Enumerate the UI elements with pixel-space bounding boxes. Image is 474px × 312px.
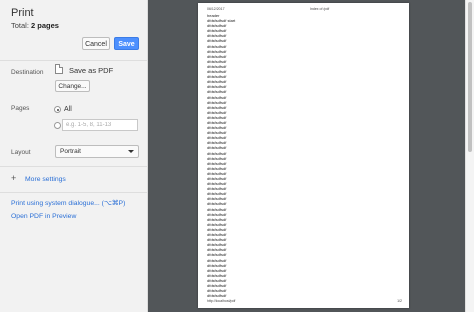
dialog-title: Print: [11, 7, 34, 19]
page-header-title: Index of /pdf: [310, 7, 330, 11]
total-value: 2 pages: [31, 21, 59, 30]
page-footer-number: 1/2: [397, 299, 402, 303]
layout-selected-value: Portrait: [60, 148, 81, 155]
preview-scrollbar[interactable]: [465, 0, 474, 312]
destination-label: Destination: [11, 69, 44, 76]
scrollbar-thumb[interactable]: [468, 2, 472, 152]
pages-range-input[interactable]: [62, 119, 138, 131]
change-destination-button[interactable]: Change...: [55, 80, 90, 92]
divider: [0, 60, 147, 61]
print-settings-sidebar: Print Total: 2 pages Cancel Save Destina…: [0, 0, 148, 312]
page-header-date: 06/12/2017: [207, 7, 225, 11]
page-content: header dfdsfsdfsdf start dfdsfsdfsdf dfdsfs…: [207, 13, 235, 298]
open-in-preview-link[interactable]: Open PDF in Preview: [11, 213, 76, 220]
layout-select[interactable]: Portrait: [55, 145, 139, 158]
pages-all-label[interactable]: All: [64, 106, 72, 113]
divider: [0, 166, 147, 167]
more-settings-link[interactable]: More settings: [25, 176, 66, 183]
plus-icon[interactable]: +: [11, 173, 16, 183]
document-icon: [55, 64, 63, 74]
destination-name: Save as PDF: [69, 66, 114, 75]
total-label: Total:: [11, 21, 29, 30]
system-dialog-link[interactable]: Print using system dialogue... (⌥⌘P): [11, 199, 125, 207]
pages-custom-radio[interactable]: [54, 122, 61, 129]
page-line: dfdsfsdfsdf: [207, 293, 227, 299]
save-button[interactable]: Save: [114, 37, 139, 50]
cancel-button[interactable]: Cancel: [82, 37, 110, 50]
preview-page: 06/12/2017 Index of /pdf header dfdsfsdfs…: [198, 3, 409, 308]
total-pages: Total: 2 pages: [11, 21, 59, 30]
layout-label: Layout: [11, 149, 31, 156]
pages-label: Pages: [11, 105, 30, 112]
pages-all-radio[interactable]: [54, 106, 61, 113]
chevron-down-icon: [128, 150, 134, 153]
page-footer-url: http://localhost/pdf: [207, 299, 236, 303]
divider: [0, 192, 147, 193]
